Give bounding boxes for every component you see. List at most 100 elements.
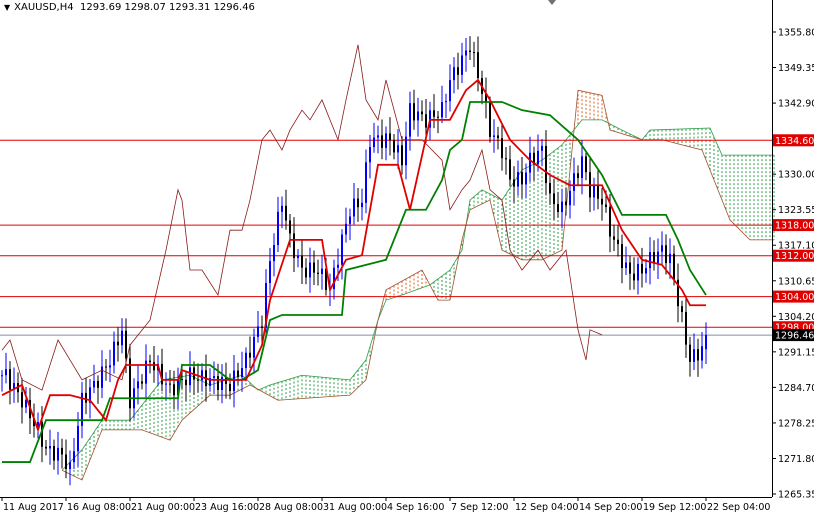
- candle-body: [381, 135, 383, 148]
- candle-body: [417, 111, 419, 121]
- candle-body: [549, 183, 551, 194]
- candle-body: [645, 268, 647, 274]
- x-tick-label: 21 Aug 00:00: [131, 502, 195, 513]
- candle-body: [221, 376, 223, 391]
- x-tick-label: 16 Aug 08:00: [67, 502, 131, 513]
- candle-body: [613, 236, 615, 240]
- candle-body: [441, 102, 443, 118]
- candle-body: [637, 263, 639, 281]
- candle-body: [273, 245, 275, 262]
- y-tick-label: 1291.15: [778, 347, 814, 358]
- y-tick-label: 1310.65: [778, 276, 814, 287]
- candle-body: [393, 140, 395, 153]
- candle-body: [353, 198, 355, 217]
- candle-body: [685, 311, 687, 345]
- x-tick-label: 7 Sep 12:00: [451, 502, 508, 513]
- x-tick-label: 14 Sep 20:00: [579, 502, 642, 513]
- x-tick-label: 19 Sep 12:00: [643, 502, 706, 513]
- candle-body: [165, 383, 167, 385]
- candle-body: [45, 446, 47, 449]
- candle-body: [449, 80, 451, 102]
- candle-body: [509, 159, 511, 180]
- candle-body: [693, 349, 695, 362]
- candle-body: [137, 381, 139, 389]
- candle-body: [345, 223, 347, 235]
- candle-body: [413, 103, 415, 121]
- candle-body: [317, 272, 319, 275]
- candle-body: [145, 360, 147, 384]
- x-tick-label: 28 Aug 08:00: [259, 502, 323, 513]
- candle-body: [577, 173, 579, 179]
- candle-body: [469, 50, 471, 52]
- candle-body: [73, 451, 75, 463]
- y-tick-label: 1355.80: [778, 28, 814, 39]
- candle-body: [597, 185, 599, 199]
- candle-body: [573, 173, 575, 191]
- candle-body: [601, 198, 603, 205]
- tenkan-sen: [1, 78, 706, 433]
- candle-body: [629, 262, 631, 274]
- candle-body: [213, 376, 215, 379]
- candle-body: [497, 135, 499, 139]
- candle-body: [697, 349, 699, 361]
- candle-body: [337, 264, 339, 268]
- candle-body: [361, 202, 363, 208]
- level-price-label: 1318.00: [775, 221, 814, 232]
- y-tick-label: 1265.35: [778, 490, 814, 501]
- candle-body: [385, 133, 387, 148]
- candle-body: [605, 204, 607, 208]
- candle-body: [649, 252, 651, 269]
- candle-body: [77, 425, 79, 452]
- kijun-sen: [2, 101, 707, 463]
- candle-body: [641, 263, 643, 274]
- candle-body: [521, 172, 523, 185]
- candle-body: [669, 253, 671, 264]
- candle-body: [9, 369, 11, 390]
- candle-body: [529, 152, 531, 173]
- candle-body: [373, 137, 375, 148]
- candle-body: [5, 369, 7, 376]
- candle-body: [465, 50, 467, 56]
- candle-body: [69, 462, 71, 469]
- candle-body: [689, 344, 691, 362]
- y-tick-label: 1342.90: [778, 99, 814, 110]
- candle-body: [149, 360, 151, 363]
- level-price-label: 1312.00: [775, 251, 814, 262]
- candle-body: [557, 204, 559, 213]
- candle-body: [197, 379, 199, 381]
- dropdown-arrow-icon[interactable]: ▼: [4, 3, 10, 12]
- candle-body: [233, 370, 235, 392]
- candle-body: [269, 261, 271, 284]
- candle-body: [65, 454, 67, 469]
- x-tick-label: 23 Aug 16:00: [195, 502, 259, 513]
- current-price-label: 1296.46: [775, 331, 814, 342]
- candle-body: [665, 245, 667, 264]
- candle-body: [181, 379, 183, 381]
- candle-body: [421, 111, 423, 115]
- candle-body: [621, 244, 623, 268]
- candle-body: [1, 375, 3, 377]
- y-tick-label: 1271.80: [778, 454, 814, 465]
- candle-body: [189, 367, 191, 386]
- candle-body: [93, 380, 95, 388]
- candle-body: [409, 103, 411, 137]
- candle-body: [241, 368, 243, 378]
- candle-body: [217, 376, 219, 391]
- candle-body: [305, 267, 307, 278]
- x-tick-label: 31 Aug 00:00: [323, 502, 387, 513]
- candle-body: [201, 370, 203, 381]
- candle-body: [349, 216, 351, 224]
- level-price-label: 1334.60: [775, 136, 814, 147]
- candle-body: [289, 220, 291, 234]
- candle-body: [185, 379, 187, 386]
- candle-body: [57, 447, 59, 461]
- candle-body: [581, 156, 583, 179]
- price-chart[interactable]: 1355.801349.351342.901336.451330.001323.…: [0, 0, 814, 514]
- candle-body: [585, 156, 587, 173]
- y-tick-label: 1284.70: [778, 383, 814, 394]
- candle-body: [173, 384, 175, 396]
- candle-body: [425, 114, 427, 128]
- symbol-label: XAUUSD,H4: [14, 2, 74, 13]
- chikou-span: [1, 44, 603, 391]
- candle-body: [681, 306, 683, 312]
